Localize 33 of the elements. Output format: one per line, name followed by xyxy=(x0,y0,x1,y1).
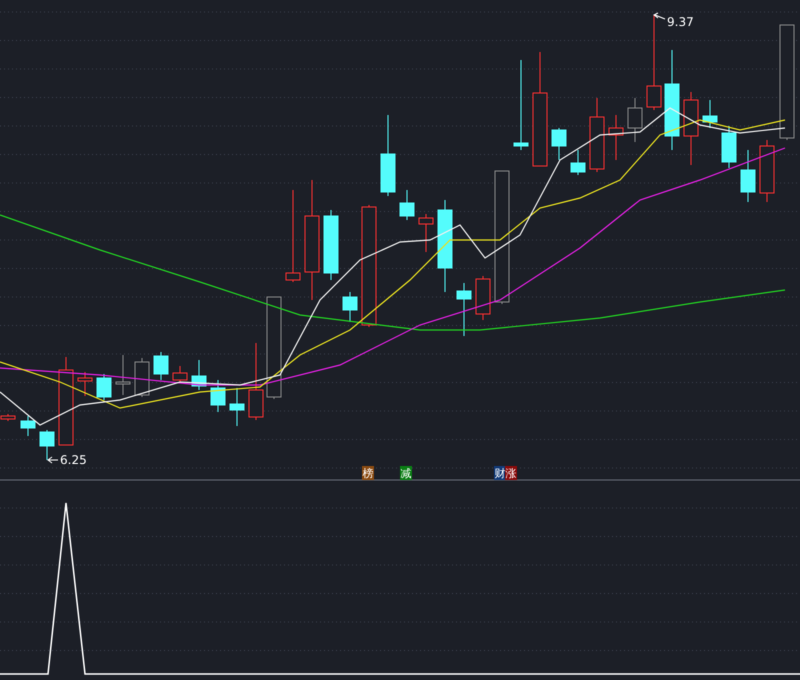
candlestick xyxy=(418,214,434,252)
candlestick xyxy=(476,276,490,320)
candlestick xyxy=(116,354,130,396)
candlestick xyxy=(760,140,774,202)
candlestick xyxy=(20,416,36,436)
candlestick xyxy=(40,430,54,460)
candlestick xyxy=(552,128,566,160)
signal-badge: 榜 xyxy=(362,466,374,480)
candlestick xyxy=(96,374,112,400)
candlestick xyxy=(628,98,642,142)
candlestick xyxy=(78,372,92,396)
candlestick xyxy=(324,210,338,280)
low-price-label: 6.25 xyxy=(60,453,87,467)
signal-badge: 涨 xyxy=(505,466,517,480)
candlestick xyxy=(154,352,168,380)
candlestick xyxy=(702,100,718,128)
high-marker-arrow xyxy=(653,12,666,20)
candlestick xyxy=(134,358,150,398)
high-price-label: 9.37 xyxy=(667,15,694,29)
candlestick xyxy=(570,150,586,176)
candlestick xyxy=(192,360,206,390)
candlestick xyxy=(400,190,414,220)
candlestick xyxy=(722,126,736,168)
candlestick xyxy=(456,282,472,336)
low-marker-arrow xyxy=(47,456,58,464)
candlestick xyxy=(608,114,624,160)
signal-badge: 财 xyxy=(494,466,506,480)
candlestick xyxy=(210,380,226,412)
candlestick xyxy=(230,388,244,426)
candlestick xyxy=(740,150,756,202)
candlestick xyxy=(342,292,358,322)
signal-badge: 减 xyxy=(400,466,412,480)
candlestick xyxy=(172,366,188,384)
